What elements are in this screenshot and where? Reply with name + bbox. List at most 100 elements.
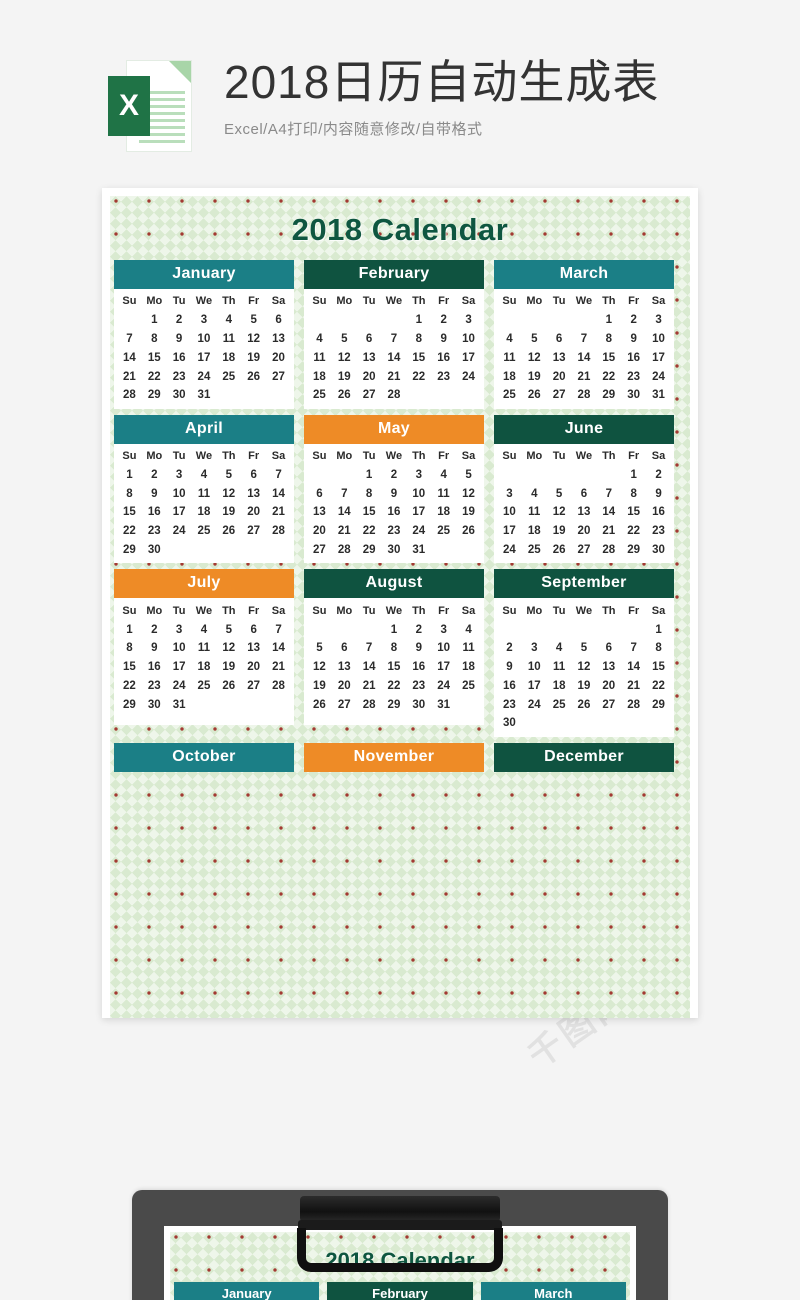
- day-cell[interactable]: 21: [357, 677, 382, 696]
- day-cell[interactable]: 14: [266, 639, 291, 658]
- day-cell[interactable]: 21: [117, 367, 142, 386]
- day-cell[interactable]: 2: [382, 465, 407, 484]
- day-cell[interactable]: 26: [241, 367, 266, 386]
- day-cell[interactable]: 22: [406, 367, 431, 386]
- day-cell[interactable]: 25: [431, 522, 456, 541]
- day-cell[interactable]: 25: [497, 386, 522, 405]
- day-cell[interactable]: 10: [167, 484, 192, 503]
- day-cell[interactable]: 16: [497, 677, 522, 696]
- day-cell[interactable]: 24: [431, 677, 456, 696]
- day-cell[interactable]: 26: [572, 695, 597, 714]
- day-cell[interactable]: 15: [117, 503, 142, 522]
- day-cell[interactable]: 18: [307, 367, 332, 386]
- day-cell[interactable]: 15: [382, 658, 407, 677]
- day-cell[interactable]: 30: [382, 541, 407, 560]
- day-cell[interactable]: 30: [406, 695, 431, 714]
- day-cell[interactable]: 27: [332, 695, 357, 714]
- month-header[interactable]: August: [304, 569, 484, 599]
- day-cell[interactable]: 22: [142, 367, 167, 386]
- day-cell[interactable]: 15: [357, 503, 382, 522]
- day-cell[interactable]: 4: [307, 330, 332, 349]
- day-cell[interactable]: 6: [572, 484, 597, 503]
- day-cell[interactable]: 1: [117, 620, 142, 639]
- day-cell[interactable]: 24: [192, 367, 217, 386]
- day-cell[interactable]: 20: [547, 367, 572, 386]
- day-cell[interactable]: 14: [266, 484, 291, 503]
- day-cell[interactable]: 3: [167, 465, 192, 484]
- day-cell[interactable]: 26: [456, 522, 481, 541]
- day-cell[interactable]: 30: [646, 541, 671, 560]
- day-cell[interactable]: 1: [382, 620, 407, 639]
- day-cell[interactable]: 15: [406, 348, 431, 367]
- day-cell[interactable]: 15: [646, 658, 671, 677]
- day-cell[interactable]: 28: [266, 522, 291, 541]
- day-cell[interactable]: 29: [646, 695, 671, 714]
- day-cell[interactable]: 5: [332, 330, 357, 349]
- day-cell[interactable]: 11: [216, 330, 241, 349]
- day-cell[interactable]: 4: [431, 465, 456, 484]
- day-cell[interactable]: 17: [167, 658, 192, 677]
- day-cell[interactable]: 31: [167, 695, 192, 714]
- month-header[interactable]: June: [494, 414, 674, 444]
- day-cell[interactable]: 1: [117, 465, 142, 484]
- day-cell[interactable]: 12: [307, 658, 332, 677]
- day-cell[interactable]: 8: [406, 330, 431, 349]
- day-cell[interactable]: 18: [192, 658, 217, 677]
- month-header[interactable]: May: [304, 414, 484, 444]
- day-cell[interactable]: 13: [241, 639, 266, 658]
- day-cell[interactable]: 12: [572, 658, 597, 677]
- day-cell[interactable]: 22: [646, 677, 671, 696]
- day-cell[interactable]: 23: [497, 695, 522, 714]
- day-cell[interactable]: 7: [572, 330, 597, 349]
- day-cell[interactable]: 1: [357, 465, 382, 484]
- day-cell[interactable]: 6: [547, 330, 572, 349]
- day-cell[interactable]: 9: [621, 330, 646, 349]
- day-cell[interactable]: 5: [456, 465, 481, 484]
- month-header[interactable]: December: [494, 742, 674, 772]
- day-cell[interactable]: 27: [266, 367, 291, 386]
- day-cell[interactable]: 1: [596, 311, 621, 330]
- day-cell[interactable]: 14: [357, 658, 382, 677]
- day-cell[interactable]: 14: [117, 348, 142, 367]
- day-cell[interactable]: 17: [497, 522, 522, 541]
- day-cell[interactable]: 2: [497, 639, 522, 658]
- day-cell[interactable]: 24: [497, 541, 522, 560]
- day-cell[interactable]: 31: [431, 695, 456, 714]
- day-cell[interactable]: 4: [192, 465, 217, 484]
- day-cell[interactable]: 6: [357, 330, 382, 349]
- day-cell[interactable]: 28: [357, 695, 382, 714]
- day-cell[interactable]: 17: [167, 503, 192, 522]
- day-cell[interactable]: 30: [621, 386, 646, 405]
- day-cell[interactable]: 13: [266, 330, 291, 349]
- day-cell[interactable]: 19: [216, 658, 241, 677]
- day-cell[interactable]: 4: [216, 311, 241, 330]
- day-cell[interactable]: 11: [456, 639, 481, 658]
- day-cell[interactable]: 20: [266, 348, 291, 367]
- month-header[interactable]: January: [114, 260, 294, 289]
- day-cell[interactable]: 14: [621, 658, 646, 677]
- day-cell[interactable]: 20: [596, 677, 621, 696]
- day-cell[interactable]: 26: [547, 541, 572, 560]
- day-cell[interactable]: 3: [456, 311, 481, 330]
- day-cell[interactable]: 8: [646, 639, 671, 658]
- day-cell[interactable]: 16: [406, 658, 431, 677]
- day-cell[interactable]: 21: [621, 677, 646, 696]
- day-cell[interactable]: 6: [596, 639, 621, 658]
- day-cell[interactable]: 7: [621, 639, 646, 658]
- day-cell[interactable]: 10: [406, 484, 431, 503]
- day-cell[interactable]: 25: [456, 677, 481, 696]
- day-cell[interactable]: 9: [431, 330, 456, 349]
- day-cell[interactable]: 23: [382, 522, 407, 541]
- day-cell[interactable]: 22: [357, 522, 382, 541]
- month-header[interactable]: February: [304, 260, 484, 289]
- day-cell[interactable]: 5: [307, 639, 332, 658]
- day-cell[interactable]: 16: [431, 348, 456, 367]
- day-cell[interactable]: 25: [307, 386, 332, 405]
- day-cell[interactable]: 26: [307, 695, 332, 714]
- day-cell[interactable]: 16: [142, 658, 167, 677]
- day-cell[interactable]: 22: [382, 677, 407, 696]
- day-cell[interactable]: 13: [332, 658, 357, 677]
- day-cell[interactable]: 29: [117, 695, 142, 714]
- day-cell[interactable]: 19: [332, 367, 357, 386]
- day-cell[interactable]: 7: [117, 330, 142, 349]
